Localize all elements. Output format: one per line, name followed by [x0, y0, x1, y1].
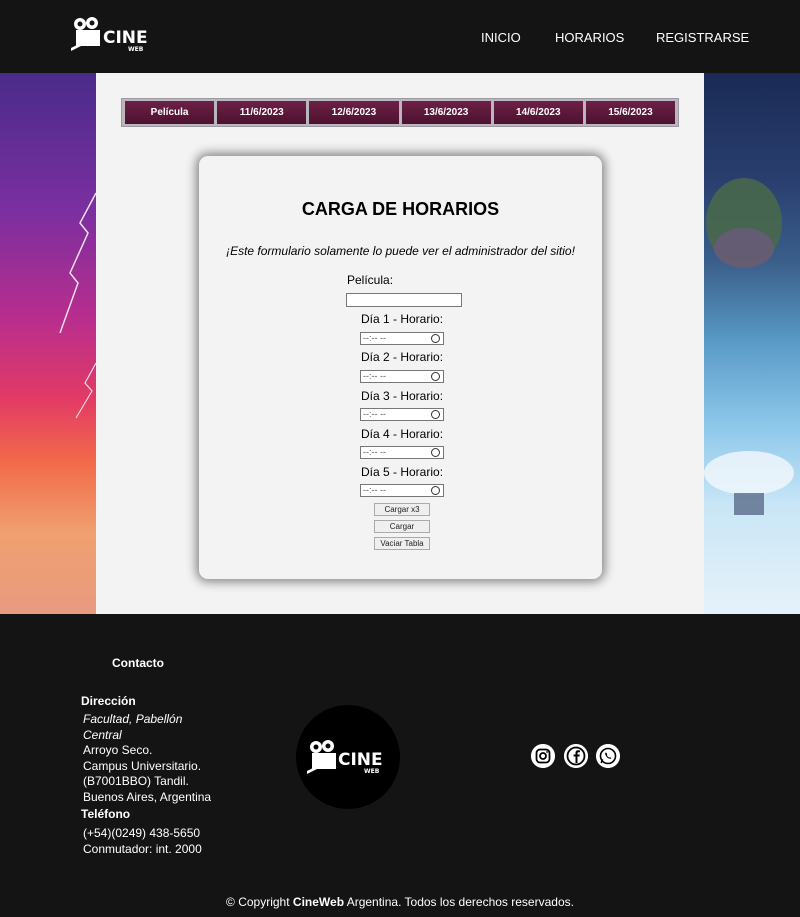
day-4-label: Día 4 - Horario: — [361, 427, 444, 441]
form-title: CARGA DE HORARIOS — [301, 199, 500, 219]
day-5-time-input[interactable]: --:-- -- — [360, 484, 444, 497]
table-header-day-2: 12/6/2023 — [309, 101, 399, 124]
clock-icon — [431, 448, 440, 457]
copyright: © Copyright CineWeb Argentina. Todos los… — [226, 895, 574, 909]
day-3-time-input[interactable]: --:-- -- — [360, 408, 444, 421]
address-line: Central — [83, 727, 122, 742]
svg-text:CINE: CINE — [103, 28, 148, 48]
day-4-time-input[interactable]: --:-- -- — [360, 446, 444, 459]
clock-icon — [431, 486, 440, 495]
contacto-heading: Contacto — [112, 656, 164, 670]
address-line: Buenos Aires, Argentina — [83, 789, 212, 804]
day-1-time-input[interactable]: --:-- -- — [360, 332, 444, 345]
day-2-label: Día 2 - Horario: — [361, 350, 444, 364]
footer-logo[interactable]: CINE WEB — [296, 705, 400, 809]
phone-line: (+54)(0249) 438-5650 — [83, 826, 201, 840]
admin-note: ¡Este formulario solamente lo puede ver … — [226, 244, 575, 258]
vaciar-tabla-button[interactable]: Vaciar Tabla — [374, 537, 430, 550]
cineweb-logo[interactable]: CINE WEB — [71, 15, 161, 55]
whatsapp-icon[interactable] — [596, 744, 620, 768]
telefono-heading: Teléfono — [81, 807, 131, 821]
nav-registrarse[interactable]: REGISTRARSE — [656, 30, 749, 45]
address-line: (B7001BBO) Tandil. — [83, 774, 189, 788]
day-1-label: Día 1 - Horario: — [361, 312, 444, 326]
address-line: Campus Universitario. — [83, 758, 202, 773]
cargar-x3-button[interactable]: Cargar x3 — [374, 503, 430, 516]
table-header-day-4: 14/6/2023 — [493, 101, 583, 124]
facebook-icon[interactable] — [564, 744, 588, 768]
nav-horarios[interactable]: HORARIOS — [555, 30, 624, 45]
cargar-button[interactable]: Cargar — [374, 520, 430, 533]
phone-block: (+54)(0249) 438-5650 Conmutador: int. 20… — [83, 825, 202, 857]
table-header-day-3: 13/6/2023 — [401, 101, 491, 124]
instagram-icon[interactable] — [531, 744, 555, 768]
svg-text:WEB: WEB — [364, 768, 380, 775]
cineweb-logo: CINE WEB — [307, 740, 383, 775]
left-background-art — [0, 73, 96, 614]
day-3-label: Día 3 - Horario: — [361, 389, 444, 403]
phone-line: Conmutador: int. 2000 — [83, 842, 202, 856]
day-2-time-input[interactable]: --:-- -- — [360, 370, 444, 383]
day-5-label: Día 5 - Horario: — [361, 465, 444, 479]
copyright-brand: CineWeb — [292, 895, 345, 909]
clock-icon — [431, 334, 440, 343]
svg-text:CINE: CINE — [338, 750, 383, 770]
nav-inicio[interactable]: INICIO — [481, 30, 521, 45]
main-content: Película 11/6/2023 12/6/2023 13/6/2023 1… — [96, 73, 704, 614]
site-header: CINE WEB INICIO HORARIOS REGISTRARSE — [0, 0, 800, 73]
address-line: Facultad, Pabellón — [83, 712, 183, 726]
lightning-art — [59, 192, 96, 419]
address-line: Arroyo Seco. — [83, 743, 153, 757]
site-footer: Contacto Dirección Facultad, Pabellón Ce… — [0, 614, 800, 917]
right-background-art — [704, 73, 800, 614]
floating-island-art — [704, 178, 794, 515]
table-header-day-5: 15/6/2023 — [585, 101, 676, 124]
svg-text:WEB: WEB — [128, 46, 144, 53]
schedule-table-header: Película 11/6/2023 12/6/2023 13/6/2023 1… — [121, 98, 679, 127]
address-block: Facultad, Pabellón Central Arroyo Seco. … — [83, 712, 211, 805]
direccion-heading: Dirección — [81, 694, 136, 708]
schedule-form: CARGA DE HORARIOS ¡Este formulario solam… — [199, 156, 602, 579]
clock-icon — [431, 410, 440, 419]
table-header-pelicula: Película — [125, 101, 215, 124]
pelicula-input[interactable] — [346, 293, 462, 307]
table-header-day-1: 11/6/2023 — [217, 101, 307, 124]
clock-icon — [431, 372, 440, 381]
pelicula-label: Película: — [347, 273, 394, 287]
